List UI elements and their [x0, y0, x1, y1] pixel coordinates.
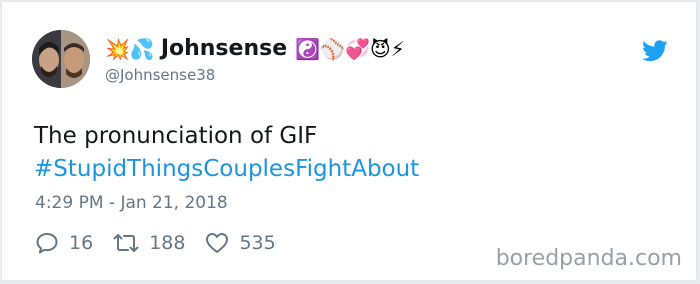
heart-icon: [206, 233, 229, 253]
retweet-button[interactable]: 188: [113, 230, 185, 256]
author-name[interactable]: Johnsense: [161, 35, 287, 63]
like-count: 535: [239, 232, 276, 254]
author-handle[interactable]: @Johnsense38: [105, 65, 215, 85]
tweet-actions: 16 188 535: [35, 230, 296, 256]
name-suffix-emoji: ☯️⚾💞😈⚡: [295, 37, 405, 61]
reply-button[interactable]: 16: [35, 230, 93, 256]
reply-count: 16: [69, 232, 94, 254]
name-prefix-emoji: 💥💦: [105, 37, 155, 61]
retweet-count: 188: [149, 232, 186, 254]
tweet-text-block: The pronunciation of GIF #StupidThingsCo…: [34, 120, 419, 186]
avatar[interactable]: [32, 30, 90, 88]
tweet-timestamp[interactable]: 4:29 PM - Jan 21, 2018: [35, 191, 228, 215]
hashtag-link[interactable]: #StupidThingsCouplesFightAbout: [34, 153, 419, 186]
twitter-bird-icon[interactable]: [642, 40, 668, 62]
reply-icon: [36, 233, 58, 254]
tweet-card: 💥💦 Johnsense ☯️⚾💞😈⚡ @Johnsense38 The pro…: [1, 1, 697, 281]
like-button[interactable]: 535: [205, 230, 276, 256]
author-name-row[interactable]: 💥💦 Johnsense ☯️⚾💞😈⚡: [105, 35, 405, 63]
boredpanda-watermark: boredpanda.com: [495, 246, 682, 271]
tweet-text: The pronunciation of GIF: [34, 123, 318, 149]
retweet-icon: [113, 234, 139, 252]
